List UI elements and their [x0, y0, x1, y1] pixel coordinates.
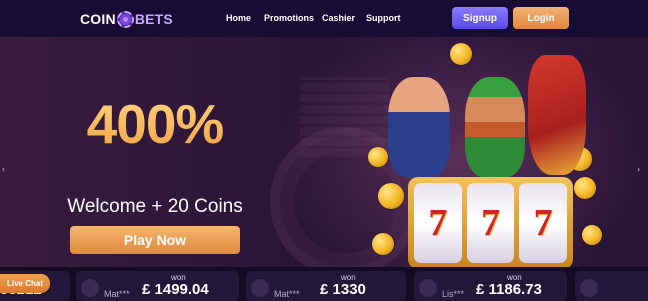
avatar [419, 279, 437, 297]
signup-button[interactable]: Signup [452, 7, 508, 29]
leprechaun-character [465, 77, 525, 177]
live-chat-button[interactable]: Live Chat [0, 274, 50, 293]
winner-card: Lis*** won £ 1186.73 [414, 271, 567, 301]
slot-machine-illustration: 7 7 7 [360, 37, 610, 267]
hero-banner: ‹ › 400% Welcome + 20 Coins Play Now 7 7… [0, 37, 648, 267]
gold-coin-icon [368, 147, 388, 167]
carousel-prev-icon[interactable]: ‹ [2, 164, 5, 174]
winner-amount: £ 1186.73 [476, 281, 542, 298]
play-now-button[interactable]: Play Now [70, 226, 240, 254]
carousel-next-icon[interactable]: › [637, 164, 640, 174]
login-button[interactable]: Login [513, 7, 569, 29]
reel-2: 7 [466, 183, 515, 263]
gold-coin-icon [582, 225, 602, 245]
winner-card: Mat*** won £ 1499.04 [76, 271, 239, 301]
businessman-character [388, 77, 450, 177]
nav-support[interactable]: Support [366, 13, 401, 23]
gold-coin-icon [378, 183, 404, 209]
nav-cashier[interactable]: Cashier [322, 13, 355, 23]
winner-username: Lis*** [442, 289, 465, 299]
bonus-headline: 400% [70, 96, 240, 152]
top-navbar: COIN BETS Home Promotions Cashier Suppor… [0, 0, 648, 37]
dragon-character [528, 55, 586, 175]
avatar [580, 279, 598, 297]
reel-1: 7 [414, 183, 462, 263]
gold-coin-icon [450, 43, 472, 65]
winner-username: Mat*** [104, 289, 130, 299]
nav-promotions[interactable]: Promotions [264, 13, 314, 23]
winner-card [575, 271, 648, 301]
reel-3: 7 [519, 183, 568, 263]
winner-username: Mat*** [274, 289, 300, 299]
winner-amount: £ 1330 [320, 281, 366, 298]
winner-amount: £ 1499.04 [142, 281, 209, 298]
bonus-subheadline: Welcome + 20 Coins [67, 196, 243, 217]
avatar [81, 279, 99, 297]
winners-ticker: 05212 Mat*** won £ 1499.04 Mat*** won £ … [0, 267, 648, 301]
gold-coin-icon [372, 233, 394, 255]
gold-coin-icon [574, 177, 596, 199]
winner-card: Mat*** won £ 1330 [246, 271, 406, 301]
nav-home[interactable]: Home [226, 13, 251, 23]
avatar [251, 279, 269, 297]
slot-reels: 7 7 7 [408, 177, 573, 267]
